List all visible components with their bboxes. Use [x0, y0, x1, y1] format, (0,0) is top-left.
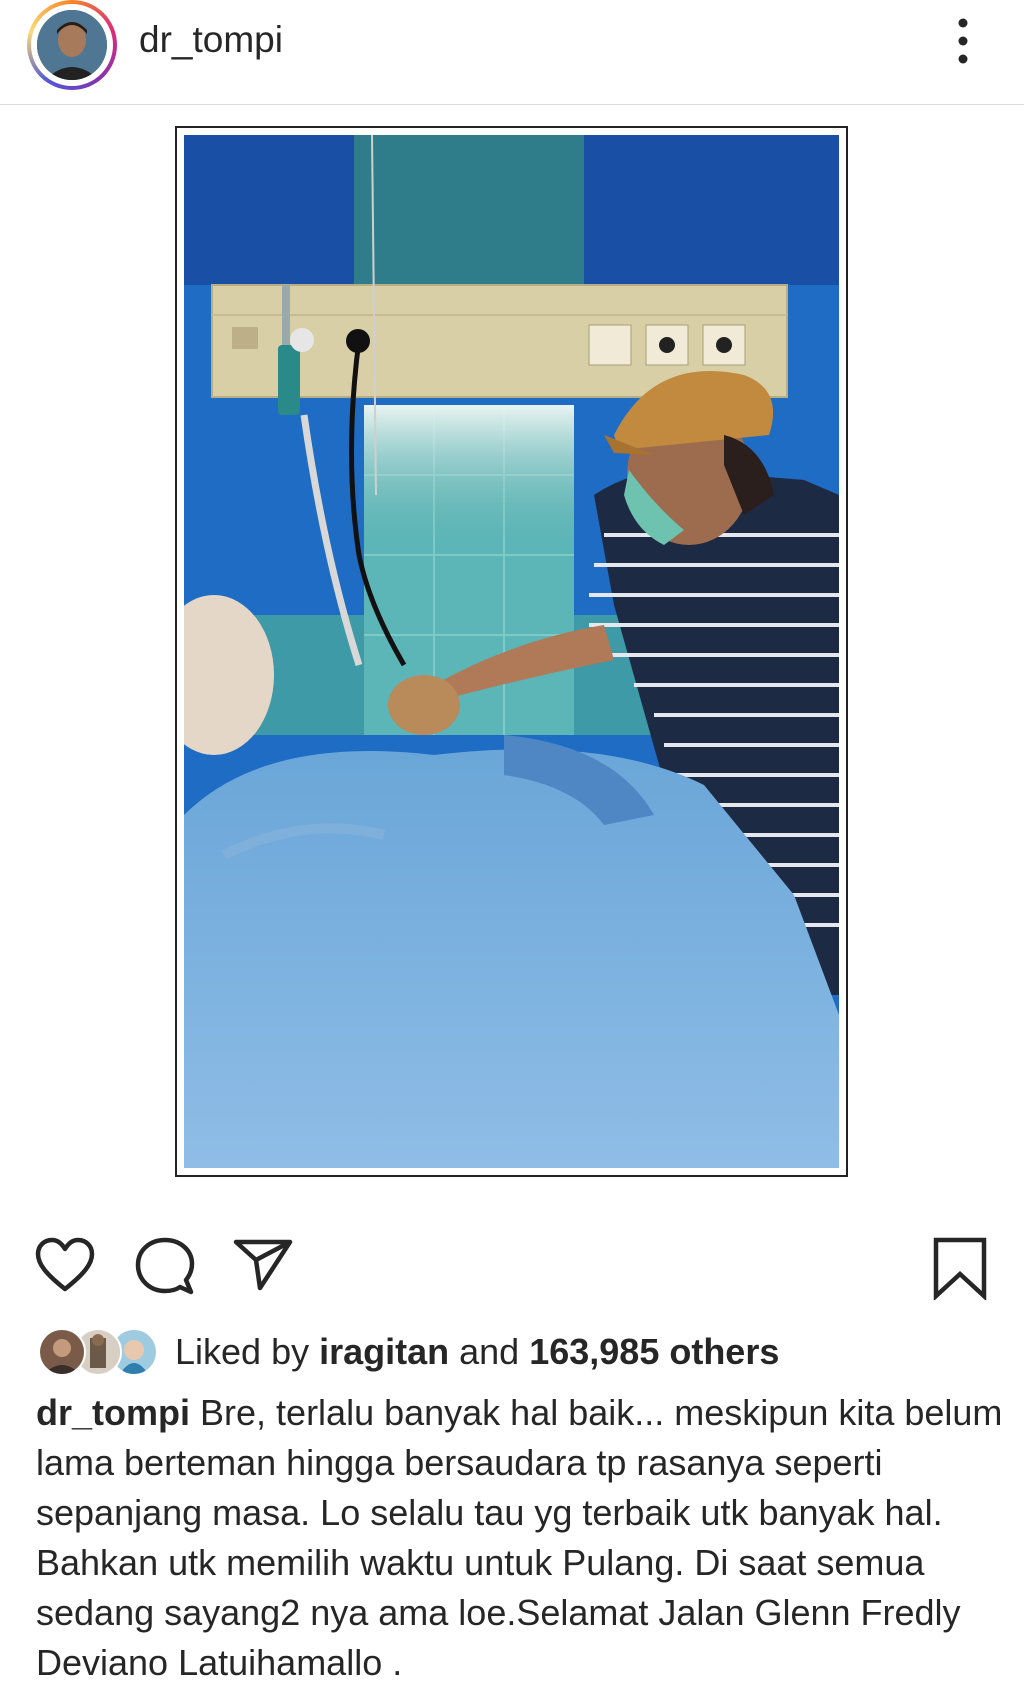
vertical-ellipsis-icon[interactable] [950, 18, 976, 64]
hospital-room-photo [184, 135, 839, 1168]
post-caption: dr_tompi Bre, terlalu banyak hal baik...… [36, 1388, 1011, 1688]
heart-outline-icon[interactable] [34, 1236, 96, 1294]
liker-username[interactable]: iragitan [319, 1331, 449, 1372]
liker-avatar [38, 1328, 86, 1376]
story-ring[interactable] [27, 0, 117, 90]
liker-avatars[interactable] [38, 1328, 158, 1376]
likes-count[interactable]: 163,985 others [529, 1331, 779, 1372]
post-photo[interactable] [175, 126, 848, 1177]
bookmark-outline-icon[interactable] [932, 1236, 988, 1300]
avatar-border [31, 4, 113, 86]
avatar[interactable] [37, 10, 107, 80]
comment-bubble-icon[interactable] [134, 1236, 196, 1296]
post-header: dr_tompi [0, 0, 1024, 105]
caption-text: Bre, terlalu banyak hal baik... meskipun… [36, 1392, 1003, 1683]
avatar-image [37, 10, 107, 80]
caption-username[interactable]: dr_tompi [36, 1392, 190, 1433]
paper-plane-icon[interactable] [232, 1236, 294, 1292]
likes-prefix: Liked by [175, 1331, 320, 1372]
header-username[interactable]: dr_tompi [139, 18, 283, 62]
likes-conjunction: and [449, 1331, 530, 1372]
likes-summary[interactable]: Liked by iragitan and 163,985 others [175, 1330, 779, 1374]
